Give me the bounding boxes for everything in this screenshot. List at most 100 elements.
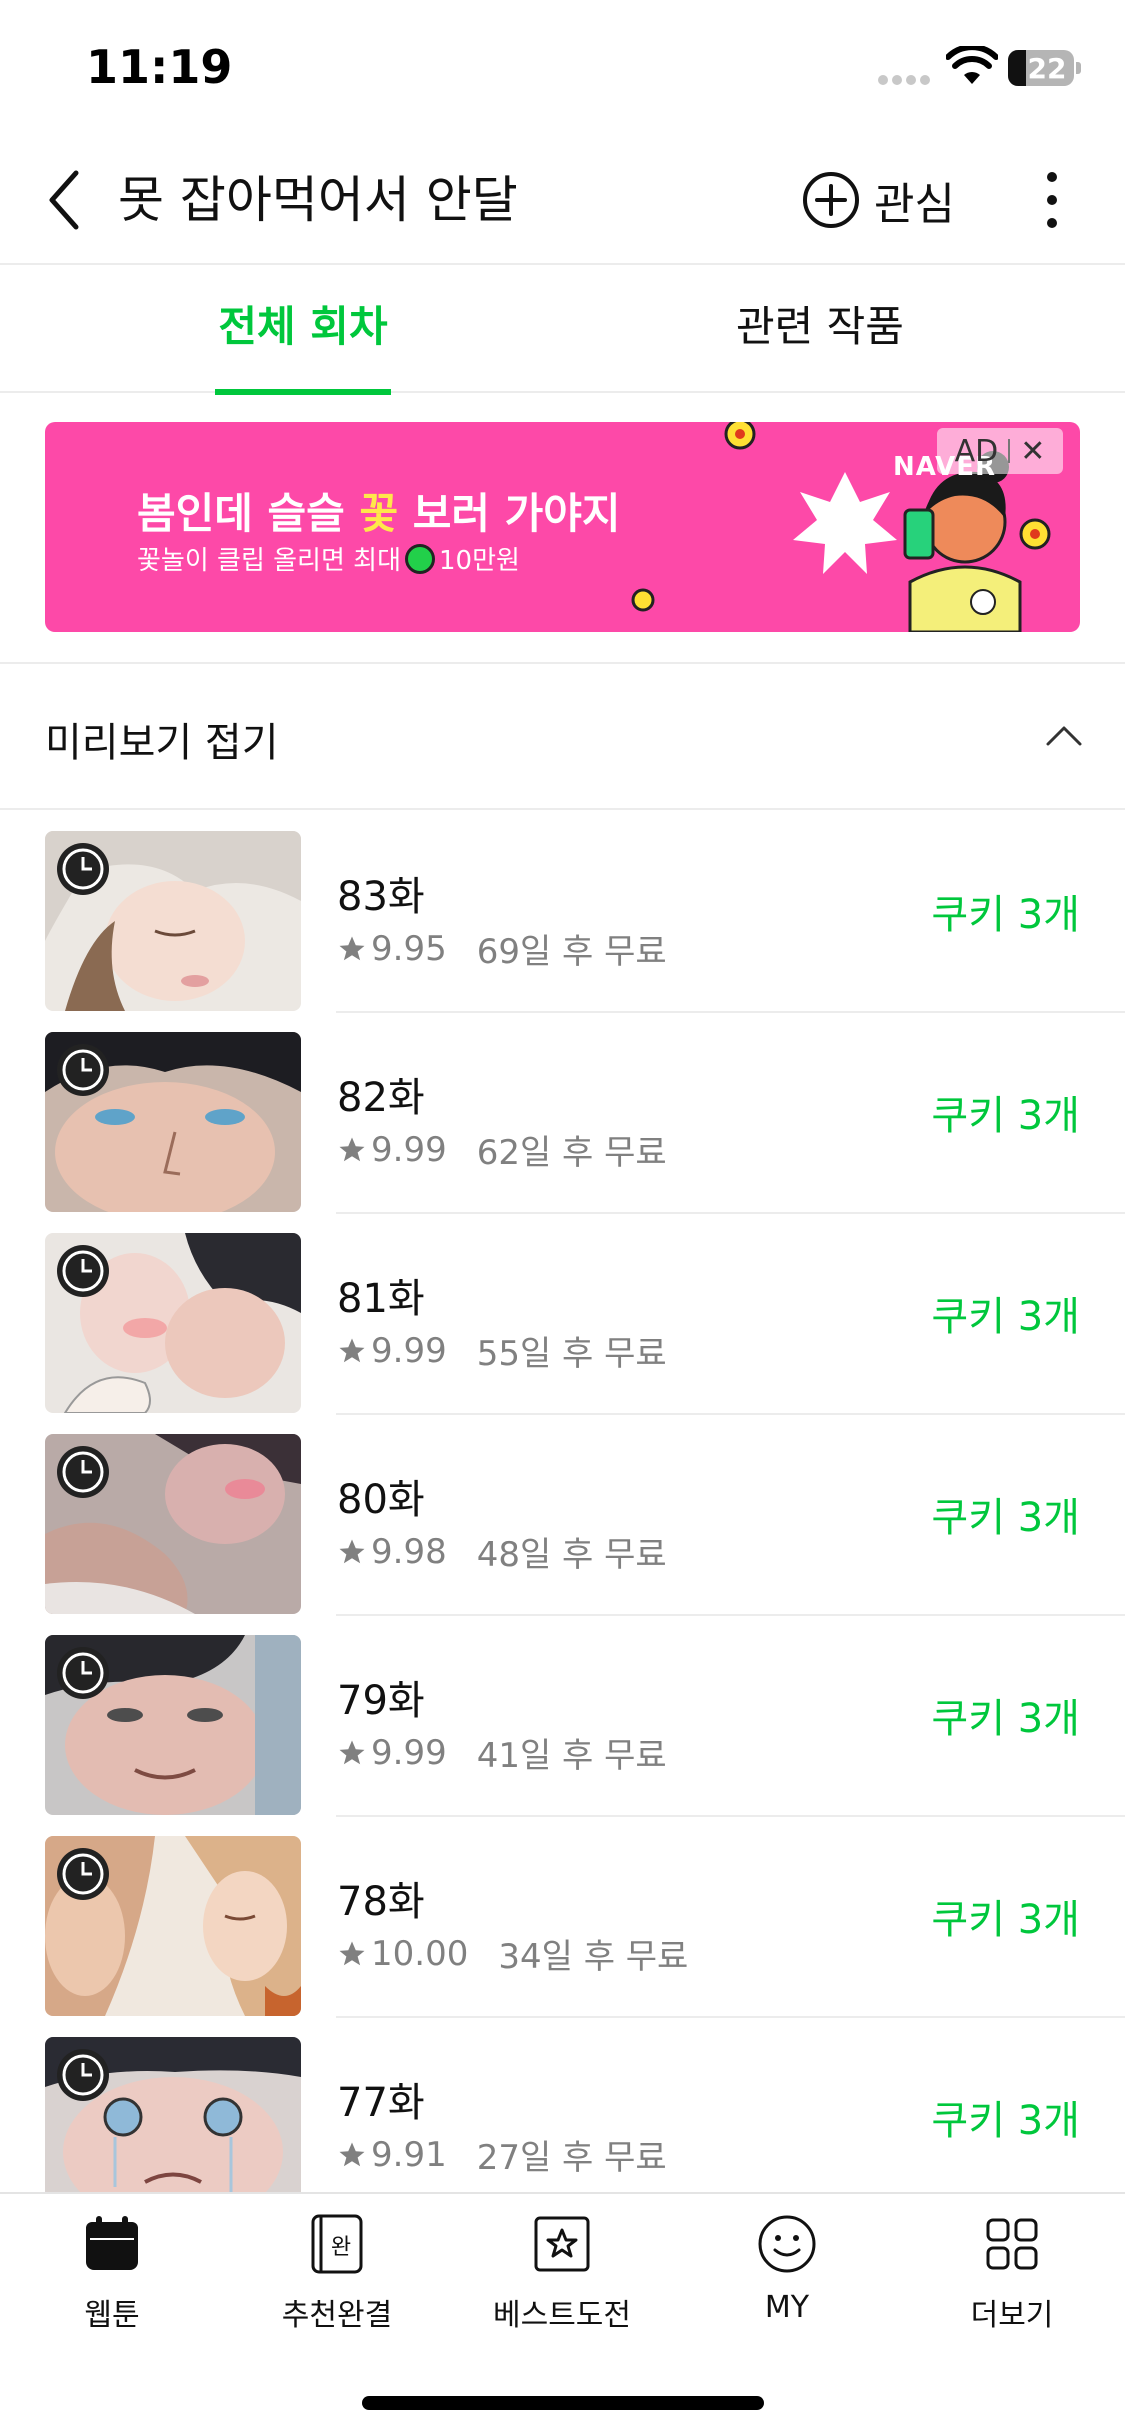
favorite-label: 관심 <box>874 179 955 230</box>
episode-thumbnail <box>45 831 301 1011</box>
episode-thumbnail <box>45 1233 301 1413</box>
ad-subtext-2: 10만원 <box>439 546 520 576</box>
back-icon[interactable] <box>44 165 84 235</box>
battery-icon: 22 <box>1008 50 1082 86</box>
star-box-icon <box>534 2216 590 2272</box>
episode-row[interactable]: 78화 10.00 34일 후 무료 쿠키 3개 <box>0 1817 1125 2018</box>
episode-price: 쿠키 3개 <box>931 1093 1080 1139</box>
nav-more[interactable]: 더보기 <box>922 2212 1102 2352</box>
episode-meta: 9.95 69일 후 무료 <box>337 924 667 973</box>
star-icon <box>339 1137 365 1161</box>
nav-recommended-complete[interactable]: 완 추천완결 <box>247 2212 427 2352</box>
episode-meta: 10.00 34일 후 무료 <box>337 1929 688 1978</box>
episode-free-in: 55일 후 무료 <box>476 1334 667 1374</box>
cellular-signal-icon <box>878 70 936 85</box>
episode-row[interactable]: 82화 9.99 62일 후 무료 쿠키 3개 <box>0 1013 1125 1214</box>
star-icon <box>339 1338 365 1362</box>
episode-title: 82화 <box>337 1075 425 1121</box>
episode-thumbnail <box>45 1836 301 2016</box>
episode-list: 83화 9.95 69일 후 무료 쿠키 3개 82화 9.99 62일 후 무… <box>0 812 1125 2192</box>
episode-free-in: 27일 후 무료 <box>476 2138 667 2178</box>
episode-thumbnail <box>45 2037 301 2192</box>
episode-thumbnail <box>45 1032 301 1212</box>
episode-rating: 9.99 <box>371 1330 447 1371</box>
grid-icon <box>986 2218 1038 2270</box>
episode-free-in: 41일 후 무료 <box>476 1736 667 1776</box>
episode-thumbnail <box>45 1635 301 1815</box>
tab-related-works[interactable]: 관련 작품 <box>720 265 920 393</box>
battery-level: 22 <box>1027 52 1067 85</box>
episode-free-in: 62일 후 무료 <box>476 1133 667 1173</box>
episode-row[interactable]: 80화 9.98 48일 후 무료 쿠키 3개 <box>0 1415 1125 1616</box>
episode-meta: 9.99 62일 후 무료 <box>337 1125 667 1174</box>
nav-webtoon[interactable]: 웹툰 <box>22 2212 202 2352</box>
page-title: 못 잡아먹어서 안달 <box>118 171 518 229</box>
episode-free-in: 48일 후 무료 <box>476 1535 667 1575</box>
episode-row[interactable]: 77화 9.91 27일 후 무료 쿠키 3개 <box>0 2018 1125 2192</box>
episode-row[interactable]: 81화 9.99 55일 후 무료 쿠키 3개 <box>0 1214 1125 1415</box>
star-icon <box>339 936 365 960</box>
episode-tabs: 전체 회차 관련 작품 <box>0 265 1125 395</box>
episode-thumbnail <box>45 1434 301 1614</box>
star-icon <box>339 2142 365 2166</box>
episode-rating: 9.99 <box>371 1129 447 1170</box>
nav-label: MY <box>764 2290 810 2325</box>
ad-headline: 봄인데 슬슬 꽃 보러 가야지 <box>137 480 621 541</box>
status-time: 11:19 <box>86 40 233 94</box>
tab-all-episodes[interactable]: 전체 회차 <box>215 265 391 395</box>
status-bar: 11:19 22 <box>0 0 1125 135</box>
episode-rating: 9.98 <box>371 1531 447 1572</box>
episode-price: 쿠키 3개 <box>931 2098 1080 2144</box>
episode-title: 83화 <box>337 874 425 920</box>
wifi-icon <box>946 46 998 84</box>
episode-title: 81화 <box>337 1276 425 1322</box>
close-icon[interactable]: ✕ <box>1020 434 1045 469</box>
nav-label: 더보기 <box>970 2298 1054 2333</box>
ad-label: AD <box>954 433 999 469</box>
star-icon <box>339 1740 365 1764</box>
episode-rating: 9.95 <box>371 928 447 969</box>
episode-price: 쿠키 3개 <box>931 892 1080 938</box>
ad-subtext: 꽃놀이 클립 올리면 최대 10만원 <box>137 540 520 577</box>
calendar-icon <box>86 2216 138 2270</box>
episode-meta: 9.91 27일 후 무료 <box>337 2130 667 2179</box>
episode-price: 쿠키 3개 <box>931 1897 1080 1943</box>
episode-row[interactable]: 79화 9.99 41일 후 무료 쿠키 3개 <box>0 1616 1125 1817</box>
episode-free-in: 69일 후 무료 <box>476 932 667 972</box>
nav-my[interactable]: MY <box>697 2212 877 2352</box>
episode-meta: 9.99 41일 후 무료 <box>337 1728 667 1777</box>
episode-free-in: 34일 후 무료 <box>498 1937 689 1977</box>
episode-title: 78화 <box>337 1879 425 1925</box>
ad-headline-text: 봄인데 슬슬 <box>137 489 360 538</box>
ad-badge[interactable]: AD ✕ <box>937 428 1063 474</box>
episode-row[interactable]: 83화 9.95 69일 후 무료 쿠키 3개 <box>0 812 1125 1013</box>
episode-rating: 9.99 <box>371 1732 447 1773</box>
episode-price: 쿠키 3개 <box>931 1294 1080 1340</box>
star-icon <box>339 1941 365 1965</box>
nav-best-challenge[interactable]: 베스트도전 <box>472 2212 652 2352</box>
ad-headline-text-2: 보러 가야지 <box>398 489 621 538</box>
episode-title: 80화 <box>337 1477 425 1523</box>
favorite-button[interactable]: 관심 <box>802 167 955 233</box>
chevron-up-icon <box>1046 726 1082 746</box>
smiley-icon <box>758 2215 816 2273</box>
episode-title: 77화 <box>337 2080 425 2126</box>
more-vertical-icon[interactable] <box>1036 167 1068 233</box>
episode-meta: 9.98 48일 후 무료 <box>337 1527 667 1576</box>
book-complete-glyph: 완 <box>331 2235 351 2260</box>
episode-rating: 10.00 <box>371 1933 469 1974</box>
ad-banner[interactable]: 봄인데 슬슬 꽃 보러 가야지 꽃놀이 클립 올리면 최대 10만원 NAVER… <box>45 422 1080 632</box>
episode-rating: 9.91 <box>371 2134 447 2175</box>
book-complete-icon: 완 <box>311 2214 363 2274</box>
ad-subtext-1: 꽃놀이 클립 올리면 최대 <box>137 546 401 576</box>
star-icon <box>339 1539 365 1563</box>
nav-label: 추천완결 <box>281 2298 393 2333</box>
episode-meta: 9.99 55일 후 무료 <box>337 1326 667 1375</box>
top-nav: 못 잡아먹어서 안달 관심 <box>0 135 1125 265</box>
preview-fold-toggle[interactable]: 미리보기 접기 <box>0 664 1125 810</box>
episode-price: 쿠키 3개 <box>931 1495 1080 1541</box>
episode-title: 79화 <box>337 1678 425 1724</box>
preview-fold-label: 미리보기 접기 <box>45 720 279 766</box>
home-indicator[interactable] <box>362 2396 764 2410</box>
episode-price: 쿠키 3개 <box>931 1696 1080 1742</box>
